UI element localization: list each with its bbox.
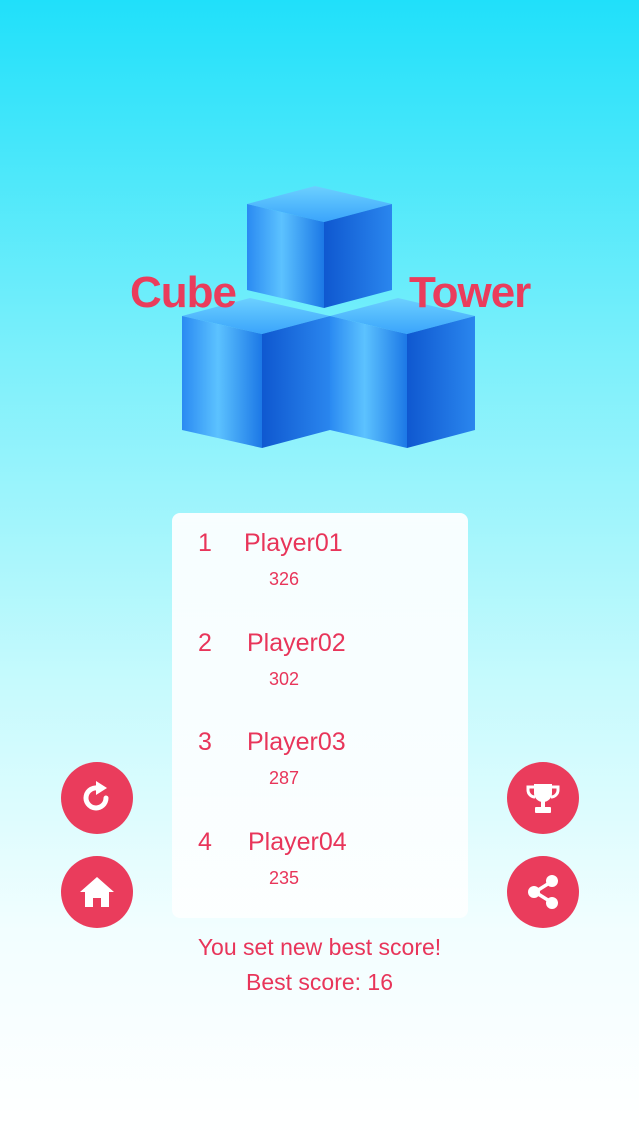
trophy-icon bbox=[526, 784, 560, 813]
player-name: Player02 bbox=[247, 629, 346, 657]
player-name: Player03 bbox=[247, 728, 346, 756]
rank-number: 1 bbox=[198, 529, 212, 557]
best-score-text: Best score: 16 bbox=[245, 969, 394, 995]
home-button[interactable] bbox=[61, 856, 133, 928]
leaderboard-row: 4 Player04 235 bbox=[172, 812, 468, 902]
rank-number: 4 bbox=[198, 828, 212, 856]
leaderboard-row: 2 Player02 302 bbox=[172, 613, 468, 703]
player-name: Player04 bbox=[248, 828, 347, 856]
logo-word-tower: Tower bbox=[409, 268, 531, 317]
top-cube bbox=[247, 186, 392, 308]
share-button[interactable] bbox=[507, 856, 579, 928]
logo-word-cube: Cube bbox=[130, 268, 237, 317]
left-cube bbox=[182, 298, 330, 448]
right-cube bbox=[330, 298, 475, 448]
cube-tower-logo bbox=[182, 186, 475, 448]
restart-button[interactable] bbox=[61, 762, 133, 834]
restart-icon bbox=[83, 781, 109, 811]
rank-number: 3 bbox=[198, 728, 212, 756]
home-icon bbox=[80, 877, 114, 907]
leaderboard-row: 3 Player03 287 bbox=[172, 712, 468, 802]
new-best-message: You set new best score! bbox=[197, 934, 442, 960]
leaderboard-button[interactable] bbox=[507, 762, 579, 834]
share-icon bbox=[528, 875, 558, 909]
rank-number: 2 bbox=[198, 629, 212, 657]
player-score: 287 bbox=[269, 768, 300, 788]
player-name: Player01 bbox=[244, 529, 343, 557]
leaderboard-panel: 1 Player01 326 2 Player02 302 3 Player03… bbox=[172, 513, 468, 918]
player-score: 235 bbox=[269, 868, 300, 888]
player-score: 302 bbox=[269, 669, 300, 689]
player-score: 326 bbox=[269, 569, 300, 589]
leaderboard-row: 1 Player01 326 bbox=[172, 513, 468, 603]
